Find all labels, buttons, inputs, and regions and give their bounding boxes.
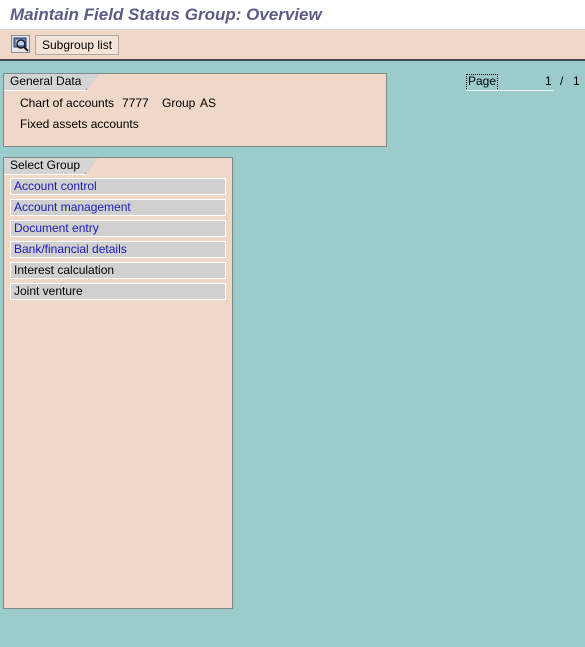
group-value: AS (200, 96, 217, 110)
select-group-tab: Select Group (4, 158, 99, 175)
group-item-account-control[interactable]: Account control (10, 178, 226, 195)
group-item-interest-calculation[interactable]: Interest calculation (10, 262, 226, 279)
page-underline (466, 90, 554, 91)
general-data-tab: General Data (4, 74, 100, 91)
chart-of-accounts-value: 7777 (122, 96, 149, 110)
group-item-document-entry[interactable]: Document entry (10, 220, 226, 237)
select-group-frame: Select Group Account control Account man… (3, 157, 233, 609)
chart-of-accounts-label: Chart of accounts (20, 96, 115, 110)
page-title: Maintain Field Status Group: Overview (10, 5, 322, 24)
general-data-frame: General Data Chart of accounts 7777 Grou… (3, 73, 387, 147)
subgroup-list-button[interactable]: Subgroup list (35, 35, 120, 55)
magnifier-icon[interactable] (11, 35, 30, 53)
group-description: Fixed assets accounts (20, 117, 139, 131)
title-bar: Maintain Field Status Group: Overview (0, 0, 585, 30)
group-item-joint-venture[interactable]: Joint venture (10, 283, 226, 300)
application-toolbar: Subgroup list (0, 30, 585, 61)
group-label: Group (162, 96, 196, 110)
select-group-tab-label: Select Group (10, 158, 81, 172)
page-label[interactable]: Page (466, 74, 499, 91)
page-current: 1 (545, 74, 552, 88)
general-data-tab-label: General Data (10, 74, 82, 88)
group-item-account-management[interactable]: Account management (10, 199, 226, 216)
page-separator: / (560, 74, 564, 88)
page-total: 1 (573, 74, 580, 88)
group-item-bank-financial-details[interactable]: Bank/financial details (10, 241, 226, 258)
